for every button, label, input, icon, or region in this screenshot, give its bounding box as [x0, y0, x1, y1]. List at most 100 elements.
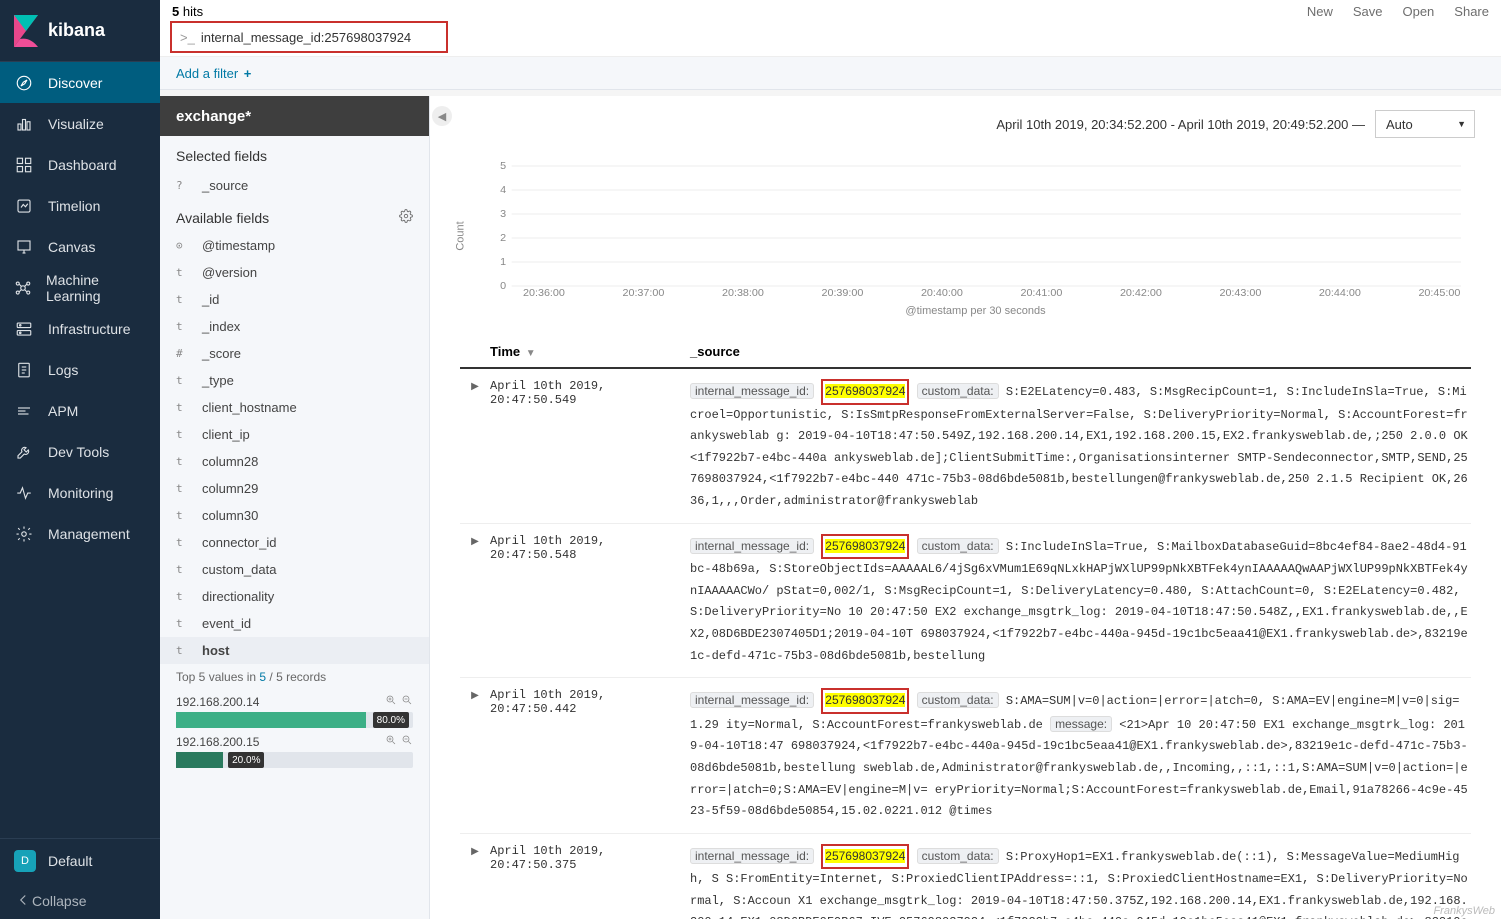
field-badge: custom_data:: [917, 692, 999, 708]
field-badge: internal_message_id:: [690, 383, 814, 399]
table-row: ▶ April 10th 2019, 20:47:50.548 internal…: [460, 523, 1471, 678]
field-badge: internal_message_id:: [690, 538, 814, 554]
field-item[interactable]: t_type: [160, 367, 429, 394]
chart-ylabel: Count: [455, 221, 467, 250]
svg-text:1: 1: [500, 257, 506, 268]
nav-apm[interactable]: APM: [0, 390, 160, 431]
col-source-header[interactable]: _source: [690, 344, 1471, 359]
nav-visualize[interactable]: Visualize: [0, 103, 160, 144]
field-item[interactable]: tcolumn30: [160, 502, 429, 529]
field-item[interactable]: tcolumn28: [160, 448, 429, 475]
top-value-row: 192.168.200.14 80.0%: [160, 690, 429, 730]
time-cell: April 10th 2019, 20:47:50.548: [490, 534, 690, 668]
search-input[interactable]: >_ internal_message_id:257698037924: [170, 21, 448, 53]
field-item[interactable]: tconnector_id: [160, 529, 429, 556]
field-badge: internal_message_id:: [690, 848, 814, 864]
svg-text:20:40:00: 20:40:00: [921, 288, 963, 296]
field-item[interactable]: tevent_id: [160, 610, 429, 637]
field-item[interactable]: tcustom_data: [160, 556, 429, 583]
interval-select[interactable]: Auto: [1375, 110, 1475, 138]
zoom-out-icon[interactable]: [401, 694, 413, 709]
svg-text:0: 0: [500, 281, 506, 292]
zoom-in-icon[interactable]: [385, 734, 397, 749]
brand-name: kibana: [48, 20, 105, 41]
hit-count: 5: [172, 4, 179, 19]
field-item[interactable]: ?_source: [160, 172, 429, 199]
space-selector[interactable]: D Default: [0, 839, 160, 883]
sort-desc-icon: ▼: [526, 348, 536, 359]
chart-xlabel: @timestamp per 30 seconds: [490, 305, 1461, 317]
expand-row-icon[interactable]: ▶: [460, 534, 490, 668]
top-bar: 5 hits New Save Open Share >_ internal_mess…: [160, 0, 1501, 90]
expand-row-icon[interactable]: ▶: [460, 379, 490, 513]
source-cell: internal_message_id: 257698037924 custom…: [690, 688, 1471, 823]
new-button[interactable]: New: [1307, 4, 1333, 19]
nav-machine-learning[interactable]: Machine Learning: [0, 267, 160, 308]
zoom-in-icon[interactable]: [385, 694, 397, 709]
save-button[interactable]: Save: [1353, 4, 1383, 19]
gear-icon: [14, 524, 34, 544]
svg-text:20:42:00: 20:42:00: [1120, 288, 1162, 296]
wrench-icon: [14, 442, 34, 462]
collapse-nav[interactable]: Collapse: [0, 883, 160, 919]
nav-infrastructure[interactable]: Infrastructure: [0, 308, 160, 349]
field-item[interactable]: tclient_hostname: [160, 394, 429, 421]
source-cell: internal_message_id: 257698037924 custom…: [690, 379, 1471, 513]
expand-row-icon[interactable]: ▶: [460, 688, 490, 823]
histogram-chart[interactable]: Count 012 345 20:36:0020:37:0020:38:0020…: [430, 146, 1501, 326]
field-item[interactable]: tclient_ip: [160, 421, 429, 448]
nav-logs[interactable]: Logs: [0, 349, 160, 390]
nav-management[interactable]: Management: [0, 513, 160, 554]
hits-label: hits: [183, 4, 203, 19]
apm-icon: [14, 401, 34, 421]
results-table: Time ▼ _source ▶ April 10th 2019, 20:47:…: [430, 326, 1501, 919]
svg-text:20:45:00: 20:45:00: [1418, 288, 1460, 296]
index-pattern-selector[interactable]: exchange*: [160, 96, 429, 136]
field-item[interactable]: tdirectionality: [160, 583, 429, 610]
terminal-prompt-icon: >_: [180, 30, 195, 45]
table-row: ▶ April 10th 2019, 20:47:50.442 internal…: [460, 677, 1471, 833]
kibana-logo-icon: [12, 13, 40, 49]
canvas-icon: [14, 237, 34, 257]
heartbeat-icon: [14, 483, 34, 503]
svg-text:20:43:00: 20:43:00: [1219, 288, 1261, 296]
collapse-fields-icon[interactable]: ◀: [432, 106, 452, 126]
field-item[interactable]: t@version: [160, 259, 429, 286]
svg-text:20:44:00: 20:44:00: [1319, 288, 1361, 296]
zoom-out-icon[interactable]: [401, 734, 413, 749]
field-item[interactable]: thost: [160, 637, 429, 664]
nav-canvas[interactable]: Canvas: [0, 226, 160, 267]
expand-row-icon[interactable]: ▶: [460, 844, 490, 919]
field-item[interactable]: tcolumn29: [160, 475, 429, 502]
time-cell: April 10th 2019, 20:47:50.549: [490, 379, 690, 513]
nav-monitoring[interactable]: Monitoring: [0, 472, 160, 513]
nav-dashboard[interactable]: Dashboard: [0, 144, 160, 185]
field-badge: custom_data:: [917, 538, 999, 554]
logo[interactable]: kibana: [0, 0, 160, 62]
open-button[interactable]: Open: [1402, 4, 1434, 19]
compass-icon: [14, 73, 34, 93]
watermark: FrankysWeb: [1433, 905, 1495, 917]
share-button[interactable]: Share: [1454, 4, 1489, 19]
field-badge: internal_message_id:: [690, 692, 814, 708]
selected-fields-header: Selected fields: [160, 136, 429, 172]
col-time-header[interactable]: Time ▼: [490, 344, 690, 359]
svg-text:3: 3: [500, 209, 506, 220]
field-item[interactable]: t_id: [160, 286, 429, 313]
nav-timelion[interactable]: Timelion: [0, 185, 160, 226]
field-badge: custom_data:: [917, 848, 999, 864]
add-filter-button[interactable]: Add a filter +: [176, 66, 251, 81]
nav-dev-tools[interactable]: Dev Tools: [0, 431, 160, 472]
field-item[interactable]: ⊙@timestamp: [160, 232, 429, 259]
dashboard-icon: [14, 155, 34, 175]
left-nav: kibana DiscoverVisualizeDashboardTimelio…: [0, 0, 160, 919]
field-item[interactable]: #_score: [160, 340, 429, 367]
top-value-row: 192.168.200.15 20.0%: [160, 730, 429, 770]
top-values-header: Top 5 values in 5 / 5 records: [160, 664, 429, 690]
field-item[interactable]: t_index: [160, 313, 429, 340]
top-actions: New Save Open Share: [1307, 4, 1489, 19]
available-fields-header: Available fields: [176, 210, 269, 226]
time-range[interactable]: April 10th 2019, 20:34:52.200 - April 10…: [996, 117, 1365, 132]
gear-icon[interactable]: [399, 209, 413, 226]
nav-discover[interactable]: Discover: [0, 62, 160, 103]
